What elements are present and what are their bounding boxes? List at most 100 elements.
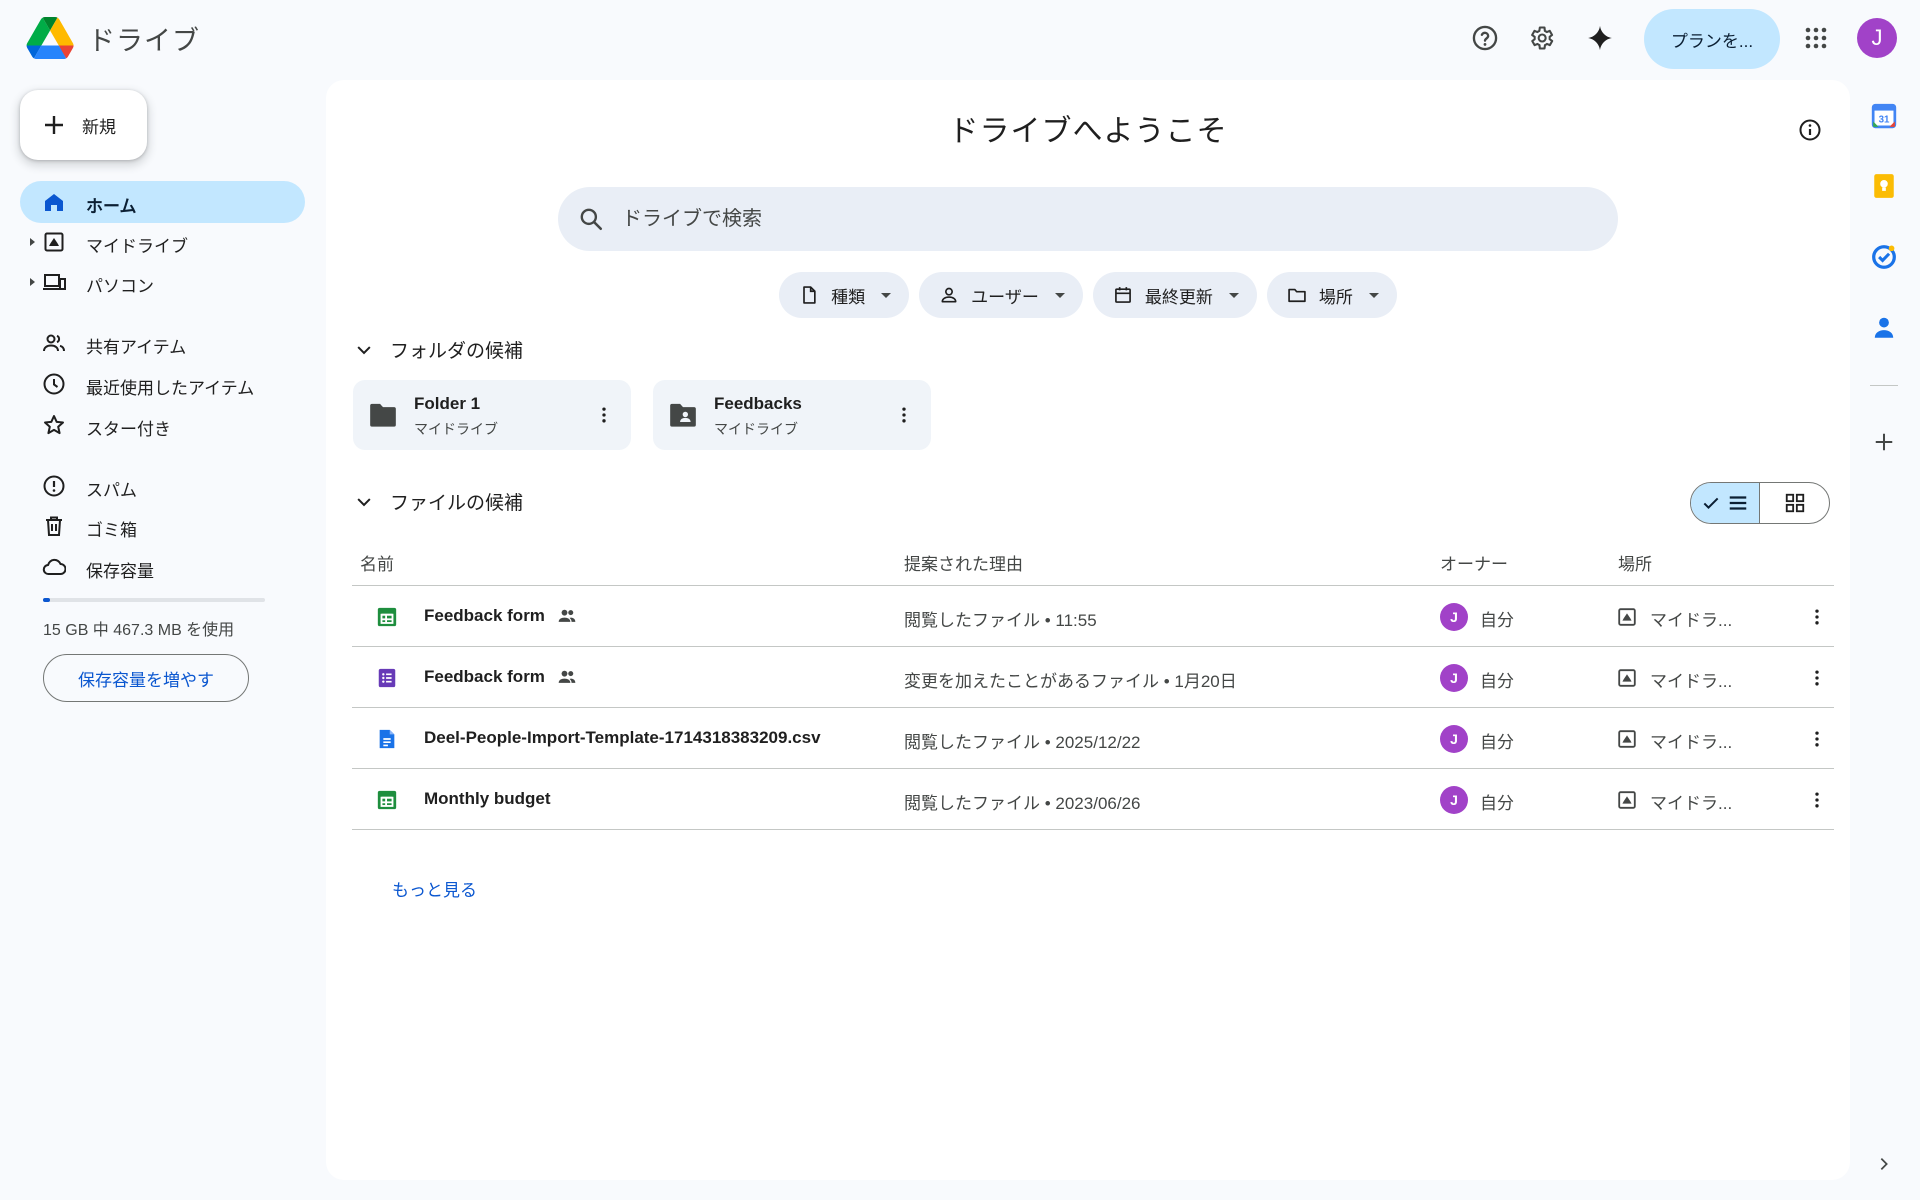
folders-section-toggle[interactable]: フォルダの候補: [354, 336, 523, 363]
row-more-button[interactable]: [1802, 602, 1832, 632]
search-bar[interactable]: [558, 187, 1618, 251]
sidebar-item-starred[interactable]: スター付き: [20, 404, 305, 446]
sidebar-item-shared[interactable]: 共有アイテム: [20, 322, 305, 364]
my-drive-icon: [44, 232, 64, 252]
calendar-app-button[interactable]: 31: [1868, 100, 1900, 132]
sidebar-item-home[interactable]: ホーム: [20, 181, 305, 223]
top-bar: ドライブ プランを... J: [0, 0, 1920, 78]
contacts-app-button[interactable]: [1868, 312, 1900, 344]
gemini-sparkle-icon: [1587, 25, 1613, 51]
filter-location-chip[interactable]: 場所: [1266, 272, 1397, 318]
table-row[interactable]: Feedback form 閲覧したファイル • 11:55 J 自分 マイドラ…: [352, 586, 1834, 647]
grid-view-button[interactable]: [1760, 483, 1829, 523]
owner-name: 自分: [1480, 611, 1514, 630]
table-row[interactable]: Deel-People-Import-Template-171431838320…: [352, 708, 1834, 769]
folder-card[interactable]: Feedbacks マイドライブ: [653, 380, 931, 450]
folder-location: マイドライブ: [714, 421, 798, 437]
sidebar-item-spam[interactable]: スパム: [20, 465, 305, 507]
owner-name: 自分: [1480, 794, 1514, 813]
suggestion-reason: 変更を加えたことがあるファイル • 1月20日: [904, 672, 1237, 691]
sidebar-item-storage[interactable]: 保存容量: [20, 546, 305, 588]
folder-card[interactable]: Folder 1 マイドライブ: [353, 380, 631, 450]
row-more-button[interactable]: [1802, 785, 1832, 815]
chip-label: 場所: [1318, 287, 1353, 307]
folder-icon: [370, 403, 396, 427]
keep-app-button[interactable]: [1868, 170, 1900, 202]
shared-icon: [558, 670, 576, 683]
sidebar-item-recent[interactable]: 最近使用したアイテム: [20, 363, 305, 405]
sidebar-item-label: マイドライブ: [86, 237, 188, 256]
sidebar-item-label: ホーム: [86, 197, 137, 216]
person-icon: [941, 287, 957, 303]
suggestion-reason: 閲覧したファイル • 2023/06/26: [904, 794, 1141, 813]
account-avatar[interactable]: J: [1857, 18, 1897, 58]
expand-caret-icon[interactable]: [30, 238, 35, 246]
row-more-button[interactable]: [1802, 724, 1832, 754]
filter-chips: 種類 ユーザー 最終更新 場所: [326, 272, 1850, 318]
chevron-down-icon: [357, 497, 371, 506]
filter-modified-chip[interactable]: 最終更新: [1092, 272, 1257, 318]
row-more-button[interactable]: [1802, 663, 1832, 693]
my-drive-icon: [1618, 608, 1636, 626]
info-button[interactable]: [1794, 114, 1826, 146]
file-location[interactable]: マイドラ...: [1650, 667, 1732, 692]
my-drive-icon: [1618, 791, 1636, 809]
file-name-text: Deel-People-Import-Template-171431838320…: [424, 728, 821, 747]
docs-icon: [379, 729, 395, 749]
drive-logo[interactable]: [26, 17, 74, 59]
expand-caret-icon[interactable]: [30, 278, 35, 286]
get-more-storage-button[interactable]: 保存容量を増やす: [43, 654, 249, 702]
new-button[interactable]: 新規: [20, 90, 147, 160]
folder-name: Folder 1: [414, 394, 481, 413]
sidebar-item-trash[interactable]: ゴミ箱: [20, 505, 305, 547]
file-name-text: Feedback form: [424, 667, 545, 686]
main-panel: ドライブへようこそ 種類 ユーザー 最終更新 場所 フォルダの候: [326, 80, 1850, 1180]
col-name-header[interactable]: 名前: [360, 550, 394, 575]
file-name: Feedback form: [424, 667, 577, 687]
file-location[interactable]: マイドラ...: [1650, 606, 1732, 631]
files-heading: ファイルの候補: [390, 493, 524, 514]
plan-button[interactable]: プランを...: [1644, 9, 1780, 69]
folder-more-button[interactable]: [889, 400, 919, 430]
filter-user-chip[interactable]: ユーザー: [919, 272, 1083, 318]
sidebar-item-label: スター付き: [86, 420, 171, 439]
search-input[interactable]: [622, 207, 1522, 231]
info-icon: [1799, 119, 1821, 141]
table-row[interactable]: Monthly budget 閲覧したファイル • 2023/06/26 J 自…: [352, 769, 1834, 830]
see-more-link[interactable]: もっと見る: [392, 876, 477, 901]
show-side-panel-button[interactable]: [1868, 1148, 1900, 1180]
tasks-icon: [1872, 245, 1896, 269]
dropdown-arrow-icon: [1054, 292, 1065, 298]
file-name: Feedback form: [424, 606, 577, 626]
spam-icon: [43, 475, 65, 497]
table-row[interactable]: Feedback form 変更を加えたことがあるファイル • 1月20日 J …: [352, 647, 1834, 708]
search-icon[interactable]: [578, 206, 604, 232]
svg-text:31: 31: [1879, 115, 1890, 126]
sidebar-item-label: 最近使用したアイテム: [86, 379, 255, 398]
files-section-toggle[interactable]: ファイルの候補: [354, 488, 523, 515]
storage-usage-text: 15 GB 中 467.3 MB を使用: [43, 622, 235, 639]
sidebar-item-my-drive[interactable]: マイドライブ: [20, 221, 305, 263]
filter-type-chip[interactable]: 種類: [779, 272, 910, 318]
folder-more-button[interactable]: [589, 400, 619, 430]
trash-icon: [46, 516, 62, 536]
help-button[interactable]: [1463, 16, 1507, 60]
apps-button[interactable]: [1794, 16, 1838, 60]
get-addons-button[interactable]: [1868, 426, 1900, 458]
owner-name: 自分: [1480, 672, 1514, 691]
file-location[interactable]: マイドラ...: [1650, 728, 1732, 753]
settings-button[interactable]: [1519, 16, 1563, 60]
forms-icon: [378, 668, 396, 688]
computers-icon: [43, 274, 66, 290]
shared-icon: [558, 609, 576, 622]
calendar-icon: [1114, 287, 1131, 303]
gemini-button[interactable]: [1578, 16, 1622, 60]
sidebar-item-label: 保存容量: [86, 562, 154, 581]
file-name: Monthly budget: [424, 789, 551, 809]
star-icon: [44, 415, 64, 435]
file-location[interactable]: マイドラ...: [1650, 789, 1732, 814]
sidebar-item-computers[interactable]: パソコン: [20, 261, 305, 303]
list-view-button[interactable]: [1691, 483, 1760, 523]
tasks-app-button[interactable]: [1868, 241, 1900, 273]
col-reason-header: 提案された理由: [904, 555, 1023, 574]
